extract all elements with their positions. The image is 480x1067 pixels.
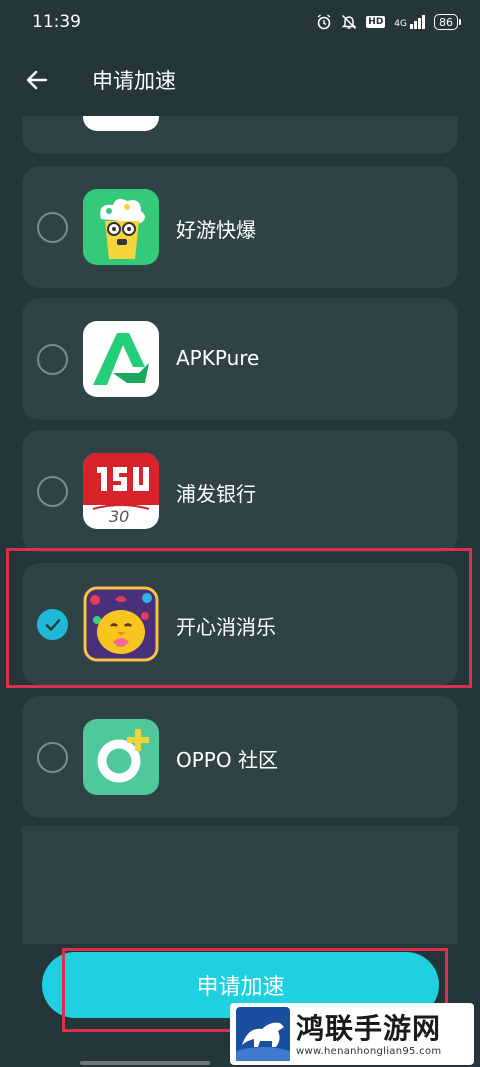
radio-unchecked[interactable] — [37, 344, 68, 375]
back-arrow-icon[interactable] — [24, 67, 50, 93]
status-bar: 11:39 HD 4G 86 — [0, 0, 480, 44]
page-title: 申请加速 — [92, 69, 176, 93]
hd-icon: HD — [366, 16, 386, 28]
status-time: 11:39 — [32, 12, 81, 32]
checkmark-icon — [45, 618, 60, 631]
signal-icon: 4G — [394, 15, 425, 29]
pufa-bank-logo-icon: 30 — [83, 453, 159, 529]
radio-unchecked[interactable] — [37, 742, 68, 773]
app-name: OPPO 社区 — [176, 748, 278, 772]
app-name: 好游快爆 — [176, 218, 256, 242]
radio-checked[interactable] — [37, 609, 68, 640]
bull-logo-icon — [236, 1007, 290, 1061]
nav-handle-left — [80, 1061, 210, 1065]
app-icon-partial — [83, 116, 159, 131]
app-card-oppo-community[interactable]: OPPO 社区 — [22, 696, 458, 818]
app-name: 开心消消乐 — [176, 615, 276, 639]
radio-unchecked[interactable] — [37, 212, 68, 243]
app-card-kaixinxiaoxiaole[interactable]: 开心消消乐 — [22, 563, 458, 685]
alarm-icon — [317, 14, 331, 30]
haoyoukuaibao-logo-icon — [83, 189, 159, 265]
app-card-partial[interactable] — [22, 116, 458, 154]
watermark: 鸿联手游网 www.henanhonglian95.com — [230, 1003, 474, 1065]
app-card-pufa-bank[interactable]: 30 浦发银行 — [22, 430, 458, 552]
radio-unchecked[interactable] — [37, 476, 68, 507]
watermark-text: 鸿联手游网 www.henanhonglian95.com — [296, 1012, 441, 1057]
app-bar: 申请加速 — [0, 44, 480, 116]
apkpure-logo-icon — [83, 321, 159, 397]
app-name: APKPure — [176, 346, 260, 370]
app-card-haoyoukuaibao[interactable]: 好游快爆 — [22, 166, 458, 288]
app-list: 好游快爆 APKPure 30 浦发银行 开心消消乐 OPPO 社区 — [0, 116, 480, 946]
bell-muted-icon — [341, 14, 357, 30]
app-card-apkpure[interactable]: APKPure — [22, 298, 458, 420]
battery-level: 86 — [439, 15, 453, 29]
list-footer-panel — [22, 826, 458, 944]
oppo-community-logo-icon — [83, 719, 159, 795]
watermark-url: www.henanhonglian95.com — [296, 1045, 442, 1057]
pufa-icon-text: 30 — [109, 507, 130, 526]
kaixinxiaoxiaole-logo-icon — [83, 586, 159, 662]
watermark-title: 鸿联手游网 — [296, 1011, 442, 1045]
app-name: 浦发银行 — [176, 482, 256, 506]
status-icons: HD 4G 86 — [316, 14, 461, 30]
network-type: 4G — [394, 19, 407, 29]
battery-icon: 86 — [434, 14, 461, 30]
